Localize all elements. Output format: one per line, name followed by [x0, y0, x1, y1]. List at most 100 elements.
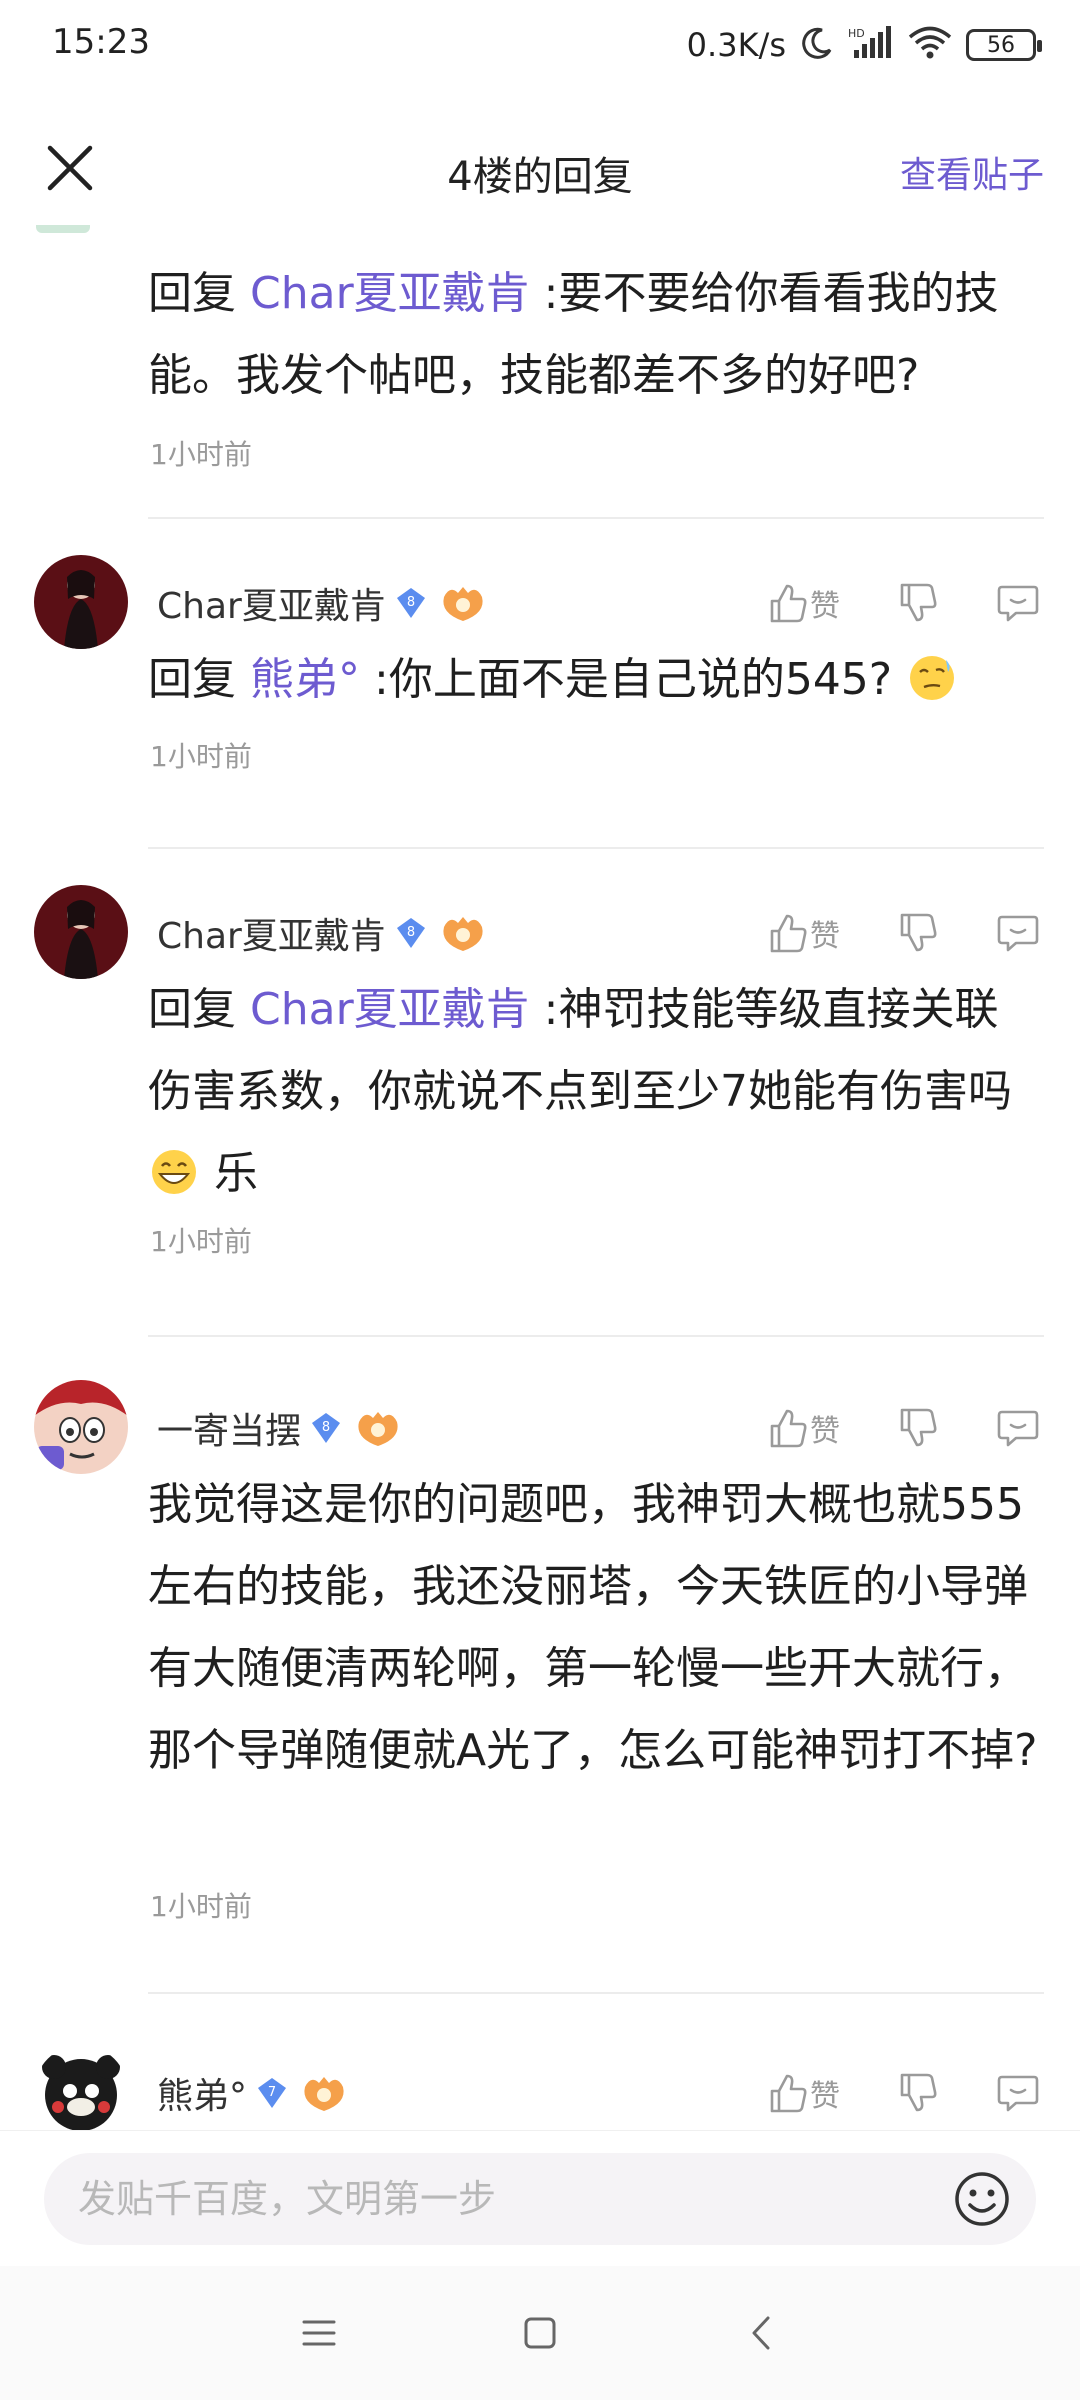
user-info: 一寄当摆 8 — [157, 1398, 401, 1458]
thumbs-up-icon — [770, 584, 807, 623]
member-badge-icon — [304, 2077, 344, 2111]
user-info: 熊弟° 7 — [157, 2063, 347, 2123]
reply-text: 回复 熊弟° :你上面不是自己说的545? — [148, 639, 1038, 721]
view-post-link[interactable]: 查看贴子 — [900, 146, 1044, 198]
reply-time: 1小时前 — [150, 438, 252, 471]
system-nav-bar — [0, 2266, 1080, 2400]
like-label: 赞 — [810, 589, 840, 624]
compose-bar — [0, 2130, 1080, 2266]
level-badge-icon: 7 — [258, 2078, 287, 2108]
reply-content-suffix: 乐 — [214, 1148, 258, 1199]
reply-list: 回复 Char夏亚戴肯 :要不要给你看看我的技能。我发个帖吧，技能都差不多的好吧… — [0, 225, 1080, 2130]
comment-button[interactable] — [996, 2071, 1040, 2115]
menu-button[interactable] — [296, 2310, 342, 2356]
comment-bubble-icon — [997, 2075, 1039, 2112]
mention-link[interactable]: 熊弟° — [250, 654, 360, 705]
reply-input[interactable] — [78, 2153, 938, 2245]
avatar[interactable] — [34, 885, 128, 979]
wifi-icon — [908, 26, 952, 64]
svg-text:8: 8 — [407, 595, 415, 610]
back-button[interactable] — [740, 2310, 786, 2356]
thumbs-up-icon — [770, 1409, 807, 1448]
svg-text:8: 8 — [407, 925, 415, 940]
member-badge-icon — [443, 917, 483, 951]
status-time: 15:23 — [52, 22, 150, 62]
mention-link[interactable]: Char夏亚戴肯 — [250, 268, 530, 319]
reply-actions: 赞 — [766, 903, 1040, 963]
reply-text: 回复 Char夏亚戴肯 :要不要给你看看我的技能。我发个帖吧，技能都差不多的好吧… — [148, 253, 1038, 417]
comment-bubble-icon — [997, 1410, 1039, 1447]
level-badge-icon: 8 — [312, 1413, 341, 1443]
reply-prefix: 回复 — [148, 654, 236, 705]
username[interactable]: Char夏亚戴肯 — [157, 907, 386, 959]
dislike-button[interactable] — [896, 581, 940, 625]
back-chevron-icon — [752, 2316, 770, 2350]
reply-actions: 赞 — [766, 1398, 1040, 1458]
home-square-icon — [524, 2317, 556, 2349]
signal-icon: HD — [848, 26, 894, 64]
reply-prefix: 回复 — [148, 268, 236, 319]
reply-time: 1小时前 — [150, 740, 252, 773]
username[interactable]: 熊弟° — [157, 2067, 247, 2119]
hd-label: HD — [848, 27, 865, 40]
moon-icon — [800, 26, 834, 64]
svg-text:7: 7 — [268, 2085, 276, 2100]
smiley-icon — [955, 2172, 1009, 2226]
thumbs-down-icon — [900, 913, 937, 952]
status-indicators: 0.3K/s HD 56 — [686, 20, 1042, 70]
reply-time: 1小时前 — [150, 1890, 252, 1923]
divider — [148, 1992, 1044, 1994]
emoji-button[interactable] — [952, 2169, 1012, 2229]
member-badge-icon — [443, 587, 483, 621]
thumbs-down-icon — [900, 583, 937, 622]
network-speed: 0.3K/s — [686, 26, 786, 64]
like-label: 赞 — [810, 2079, 840, 2114]
divider — [148, 517, 1044, 519]
battery-indicator: 56 — [966, 29, 1042, 61]
username[interactable]: Char夏亚戴肯 — [157, 577, 386, 629]
dislike-button[interactable] — [896, 1406, 940, 1450]
reply-time: 1小时前 — [150, 1225, 252, 1258]
like-button[interactable]: 赞 — [766, 581, 840, 625]
home-button[interactable] — [517, 2310, 563, 2356]
reply-actions: 赞 — [766, 2063, 1040, 2123]
divider — [148, 847, 1044, 849]
thumbs-down-icon — [900, 2073, 937, 2112]
comment-button[interactable] — [996, 1406, 1040, 1450]
comment-bubble-icon — [997, 585, 1039, 622]
thinking-face-icon — [910, 656, 955, 700]
dislike-button[interactable] — [896, 2071, 940, 2115]
thumbs-down-icon — [900, 1408, 937, 1447]
avatar[interactable] — [34, 2045, 128, 2130]
reply-content: :你上面不是自己说的545? — [374, 654, 893, 705]
level-badge-icon: 8 — [396, 588, 425, 618]
thumbs-up-icon — [770, 2074, 807, 2113]
reply-prefix: 回复 — [148, 984, 236, 1035]
dislike-button[interactable] — [896, 911, 940, 955]
avatar[interactable] — [34, 555, 128, 649]
mention-link[interactable]: Char夏亚戴肯 — [250, 984, 530, 1035]
reply-text: 回复 Char夏亚戴肯 :神罚技能等级直接关联伤害系数，你就说不点到至少7她能有… — [148, 969, 1038, 1215]
like-button[interactable]: 赞 — [766, 1406, 840, 1450]
avatar[interactable] — [34, 1380, 128, 1474]
avatar-edge — [36, 225, 90, 233]
reply-text: 我觉得这是你的问题吧，我神罚大概也就555左右的技能，我还没丽塔，今天铁匠的小导… — [148, 1464, 1038, 1792]
status-bar: 15:23 0.3K/s HD 56 — [0, 0, 1080, 92]
comment-button[interactable] — [996, 581, 1040, 625]
like-label: 赞 — [810, 919, 840, 954]
member-badge-icon — [358, 1412, 398, 1446]
comment-bubble-icon — [997, 915, 1039, 952]
grinning-face-icon — [152, 1150, 196, 1194]
like-button[interactable]: 赞 — [766, 2071, 840, 2115]
reply-actions: 赞 — [766, 573, 1040, 633]
comment-button[interactable] — [996, 911, 1040, 955]
thumbs-up-icon — [770, 914, 807, 953]
user-info: Char夏亚戴肯 8 — [157, 903, 486, 963]
compose-pill — [44, 2153, 1036, 2245]
username[interactable]: 一寄当摆 — [157, 1402, 301, 1454]
level-badge-icon: 8 — [396, 918, 425, 948]
top-nav: 4楼的回复 查看贴子 — [0, 120, 1080, 220]
like-label: 赞 — [810, 1414, 840, 1449]
menu-icon — [302, 2320, 336, 2346]
like-button[interactable]: 赞 — [766, 911, 840, 955]
